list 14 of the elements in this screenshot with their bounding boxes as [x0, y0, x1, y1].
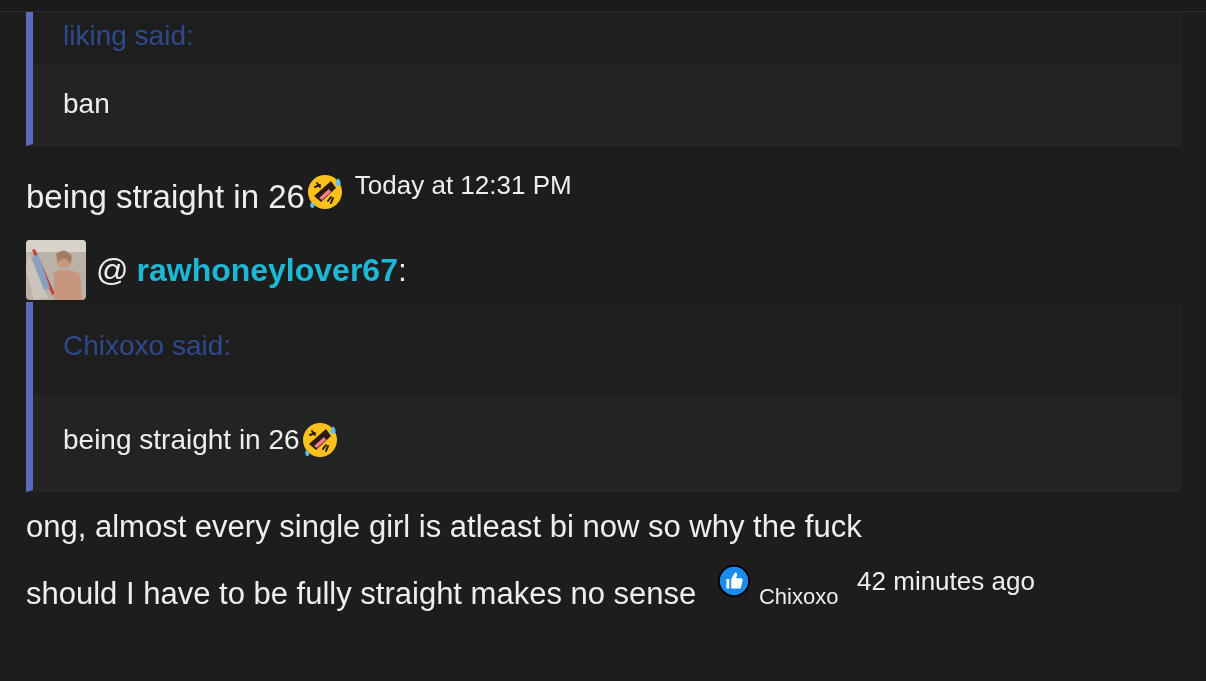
- thumbs-up-icon: [716, 564, 751, 598]
- quote-text: being straight in 26: [63, 424, 300, 456]
- message-text: should I have to be fully straight makes no sense: [26, 576, 697, 611]
- mention-at: @: [96, 251, 129, 289]
- colon-text: :: [397, 251, 407, 288]
- quote-attribution: liking said:: [63, 20, 194, 51]
- message-text: ong, almost every single girl is atleast bi now so why the fuck: [26, 509, 862, 544]
- quote-text: ban: [63, 88, 110, 120]
- quote-attribution: Chixoxo said:: [63, 330, 232, 361]
- timestamp: 42 minutes ago: [857, 566, 1035, 596]
- username-link[interactable]: rawhoneylover67: [136, 251, 398, 288]
- timestamp: Today at 12:31 PM: [354, 170, 572, 200]
- message-text: being straight in 26: [26, 178, 305, 215]
- reaction-username: Chixoxo: [758, 584, 839, 609]
